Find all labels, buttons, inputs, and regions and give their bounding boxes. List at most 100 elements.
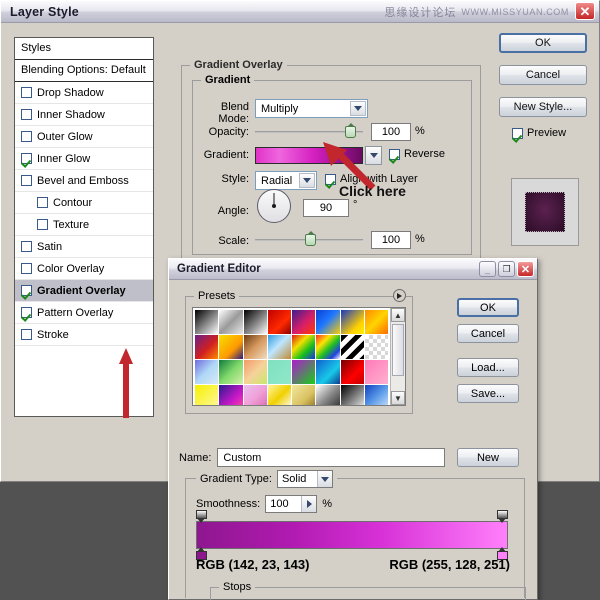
chevron-down-icon[interactable] [350, 101, 366, 116]
blend-mode-combo[interactable]: Multiply [255, 99, 368, 118]
styles-list-item-outer-glow[interactable]: Outer Glow [15, 126, 153, 148]
opacity-stop-right[interactable] [497, 510, 508, 522]
ok-button[interactable]: OK [499, 33, 587, 53]
preset-swatch[interactable] [244, 335, 267, 359]
smoothness-stepper-icon[interactable] [301, 496, 316, 512]
styles-list-item-checkbox[interactable] [21, 131, 32, 142]
layer-style-titlebar[interactable]: Layer Style 思缘设计论坛 WWW.MISSYUAN.COM ✕ [1, 1, 599, 23]
scroll-up-icon[interactable]: ▲ [391, 308, 405, 322]
close-icon[interactable]: ✕ [517, 261, 534, 277]
chevron-down-icon[interactable] [317, 471, 332, 487]
preset-swatch[interactable] [365, 335, 388, 359]
preset-swatch[interactable] [244, 310, 267, 334]
preset-swatch-grid[interactable] [193, 308, 390, 405]
preset-swatch[interactable] [268, 360, 291, 384]
preset-swatch[interactable] [219, 360, 242, 384]
preset-swatch[interactable] [341, 360, 364, 384]
preset-swatch[interactable] [292, 335, 315, 359]
styles-list-item-checkbox[interactable] [21, 329, 32, 340]
gradient-editor-ok-button[interactable]: OK [457, 298, 519, 317]
preset-swatch[interactable] [268, 385, 291, 405]
gradient-editor-load-button[interactable]: Load... [457, 358, 519, 377]
styles-list-item-stroke[interactable]: Stroke [15, 324, 153, 346]
new-gradient-button[interactable]: New [457, 448, 519, 467]
cancel-button[interactable]: Cancel [499, 65, 587, 85]
scale-slider[interactable] [255, 233, 363, 247]
preset-swatch[interactable] [365, 310, 388, 334]
reverse-checkbox-row[interactable]: Reverse [389, 148, 445, 160]
new-style-button[interactable]: New Style... [499, 97, 587, 117]
preset-swatch[interactable] [268, 310, 291, 334]
presets-menu-icon[interactable] [393, 289, 406, 302]
preset-swatch[interactable] [244, 385, 267, 405]
presets-scrollbar[interactable]: ▲ ▼ [390, 308, 405, 405]
gradient-type-combo[interactable]: Solid [277, 470, 333, 488]
preview-checkbox[interactable] [512, 128, 523, 139]
maximize-icon[interactable]: ❐ [498, 261, 515, 277]
scale-input[interactable]: 100 [371, 231, 411, 249]
close-icon[interactable]: ✕ [575, 2, 595, 20]
styles-list-item-contour[interactable]: Contour [15, 192, 153, 214]
presets-swatch-panel[interactable]: ▲ ▼ [192, 307, 406, 406]
preset-swatch[interactable] [292, 310, 315, 334]
preview-checkbox-row[interactable]: Preview [512, 127, 566, 139]
gradient-name-input[interactable]: Custom [217, 448, 445, 467]
gradient-editor-titlebar[interactable]: Gradient Editor _ ❐ ✕ [169, 259, 537, 280]
styles-list-item-checkbox[interactable] [21, 87, 32, 98]
opacity-input[interactable]: 100 [371, 123, 411, 141]
reverse-checkbox[interactable] [389, 149, 400, 160]
opacity-slider-knob[interactable] [345, 126, 356, 138]
styles-list-item-checkbox[interactable] [21, 263, 32, 274]
styles-list-item-checkbox[interactable] [21, 109, 32, 120]
preset-swatch[interactable] [219, 310, 242, 334]
preset-swatch[interactable] [341, 385, 364, 405]
styles-list-item-gradient-overlay[interactable]: Gradient Overlay [15, 280, 153, 302]
preset-swatch[interactable] [244, 360, 267, 384]
styles-list-item-inner-glow[interactable]: Inner Glow [15, 148, 153, 170]
chevron-down-icon[interactable] [299, 173, 315, 188]
angle-dial[interactable] [257, 189, 291, 223]
styles-list-item-drop-shadow[interactable]: Drop Shadow [15, 82, 153, 104]
styles-list-item-checkbox[interactable] [21, 241, 32, 252]
preset-swatch[interactable] [316, 385, 339, 405]
styles-list-item-checkbox[interactable] [21, 153, 32, 164]
angle-input[interactable]: 90 [303, 199, 349, 217]
blending-options-row[interactable]: Blending Options: Default [15, 60, 153, 82]
styles-list-item-bevel-and-emboss[interactable]: Bevel and Emboss [15, 170, 153, 192]
preset-swatch[interactable] [195, 385, 218, 405]
preset-swatch[interactable] [268, 335, 291, 359]
minimize-icon[interactable]: _ [479, 261, 496, 277]
styles-list-header[interactable]: Styles [15, 38, 153, 60]
preset-swatch[interactable] [219, 335, 242, 359]
styles-list-item-checkbox[interactable] [21, 307, 32, 318]
style-combo[interactable]: Radial [255, 171, 317, 190]
smoothness-input[interactable]: 100 [265, 495, 317, 513]
scale-slider-knob[interactable] [305, 234, 316, 246]
preset-swatch[interactable] [195, 360, 218, 384]
preset-swatch[interactable] [292, 360, 315, 384]
preset-swatch[interactable] [219, 385, 242, 405]
styles-list-item-color-overlay[interactable]: Color Overlay [15, 258, 153, 280]
opacity-slider[interactable] [255, 125, 363, 139]
preset-swatch[interactable] [316, 360, 339, 384]
preset-swatch[interactable] [316, 335, 339, 359]
styles-list-item-texture[interactable]: Texture [15, 214, 153, 236]
styles-list-item-inner-shadow[interactable]: Inner Shadow [15, 104, 153, 126]
styles-list-item-satin[interactable]: Satin [15, 236, 153, 258]
styles-list-item-checkbox[interactable] [21, 285, 32, 296]
styles-list-item-checkbox[interactable] [21, 175, 32, 186]
preset-swatch[interactable] [292, 385, 315, 405]
preset-swatch[interactable] [365, 360, 388, 384]
gradient-editor-save-button[interactable]: Save... [457, 384, 519, 403]
styles-list-item-pattern-overlay[interactable]: Pattern Overlay [15, 302, 153, 324]
preset-swatch[interactable] [316, 310, 339, 334]
gradient-editing-bar[interactable] [196, 521, 508, 549]
styles-list-item-checkbox[interactable] [37, 197, 48, 208]
preset-swatch[interactable] [341, 310, 364, 334]
scroll-down-icon[interactable]: ▼ [391, 391, 405, 405]
preset-swatch[interactable] [195, 310, 218, 334]
scrollbar-thumb[interactable] [392, 324, 404, 376]
gradient-editor-cancel-button[interactable]: Cancel [457, 324, 519, 343]
preset-swatch[interactable] [195, 335, 218, 359]
preset-swatch[interactable] [341, 335, 364, 359]
